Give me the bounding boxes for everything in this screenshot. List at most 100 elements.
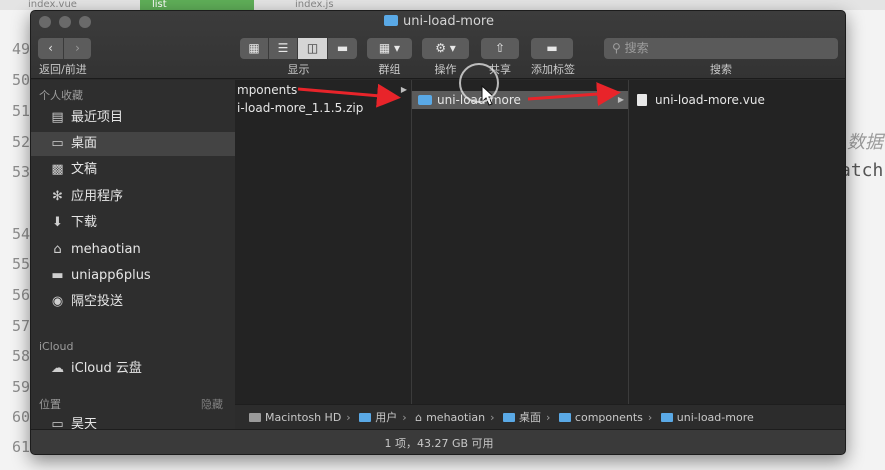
code-fragment: 数据 [847, 132, 883, 153]
recents-icon: ▤ [51, 110, 64, 125]
home-icon: ⌂ [415, 411, 423, 424]
list-item[interactable]: uni-load-more.vue [629, 91, 845, 109]
sidebar-item-label: 应用程序 [71, 189, 124, 204]
line-number: 60 [11, 408, 30, 426]
finder-window: uni-load-more ‹ › 返回/前进 ▦ ☰ ◫ ▬ 显示 ▦ ▾ 群… [30, 10, 846, 455]
sidebar-item-label: 文稿 [71, 162, 98, 177]
line-number: 55 [11, 255, 30, 273]
sidebar-item-downloads[interactable]: ⬇ 下载 [49, 211, 235, 235]
line-number: 49 [11, 40, 30, 58]
list-item-selected[interactable]: uni-load-more ▶ [412, 91, 628, 109]
disclosure-triangle-icon: ▶ [617, 95, 624, 104]
line-number: 59 [11, 378, 30, 396]
sidebar-item-airdrop[interactable]: ◉ 隔空投送 [49, 290, 235, 314]
list-item[interactable]: i-load-more_1.1.5.zip [235, 99, 411, 117]
sidebar-item-label: 最近项目 [71, 110, 124, 125]
icon-view-button[interactable]: ▦ [240, 38, 269, 59]
add-tag-button[interactable]: ▬ [531, 38, 573, 59]
list-item[interactable]: mponents ▶ [235, 81, 411, 99]
documents-icon: ▩ [51, 162, 64, 177]
folder-icon [660, 413, 673, 422]
desktop-icon: ▭ [51, 136, 64, 151]
editor-tab[interactable]: index.js [295, 0, 334, 10]
group-button[interactable]: ▦ ▾ [367, 38, 412, 59]
path-segment[interactable]: 桌面 [503, 405, 541, 430]
path-label: uni-load-more [676, 411, 754, 424]
airdrop-icon: ◉ [51, 294, 64, 309]
line-number: 61 [11, 438, 30, 456]
columns-icon: ◫ [306, 41, 319, 55]
click-highlight-ring [459, 63, 499, 103]
sidebar-item-desktop[interactable]: ▭ 桌面 [31, 132, 235, 156]
path-label: 桌面 [519, 411, 542, 424]
sidebar-item-uniapp6plus[interactable]: ▬ uniapp6plus [49, 264, 235, 288]
gallery-icon: ▬ [336, 41, 349, 55]
downloads-icon: ⬇ [52, 215, 63, 230]
path-segment[interactable]: ⌂ mehaotian [415, 405, 485, 430]
grid-icon: ▦ [248, 41, 260, 55]
sidebar-item-label: 隔空投送 [71, 294, 124, 309]
cloud-icon: ☁ [51, 361, 64, 376]
status-bar: 1 项，43.27 GB 可用 [31, 429, 845, 454]
list-icon: ☰ [277, 41, 289, 55]
sidebar-item-documents[interactable]: ▩ 文稿 [49, 158, 235, 182]
line-number: 58 [11, 347, 30, 365]
column-2: uni-load-more ▶ [412, 80, 629, 404]
window-title: uni-load-more [31, 14, 845, 29]
line-number: 51 [11, 102, 30, 120]
path-segment[interactable]: Macintosh HD [249, 405, 341, 430]
folder-icon: ▬ [51, 268, 64, 283]
sidebar-item-applications[interactable]: ✻ 应用程序 [49, 185, 235, 209]
sidebar-item-label: 下载 [71, 215, 98, 230]
path-segment[interactable]: 用户 [359, 405, 397, 430]
disclosure-triangle-icon: ▶ [400, 85, 407, 94]
path-separator-icon: › [647, 411, 653, 424]
chevron-right-icon: › [75, 41, 80, 55]
sidebar-item-label: mehaotian [71, 242, 141, 257]
path-separator-icon: › [402, 411, 407, 424]
disk-icon [249, 413, 261, 422]
sidebar-item-label: uniapp6plus [71, 268, 151, 283]
add-tag-label: 添加标签 [531, 63, 575, 76]
line-number: 57 [11, 317, 30, 335]
list-view-button[interactable]: ☰ [269, 38, 298, 59]
search-field[interactable]: ⚲ 搜索 [604, 38, 838, 59]
column-browser: mponents ▶ i-load-more_1.1.5.zip uni-load… [235, 80, 845, 404]
line-number-gutter: 49 50 51 52 53 54 55 56 57 58 59 60 61 [0, 0, 32, 470]
column-1: mponents ▶ i-load-more_1.1.5.zip [235, 80, 412, 404]
sidebar-item-home[interactable]: ⌂ mehaotian [49, 238, 235, 262]
folder-icon [503, 413, 516, 422]
action-button[interactable]: ⚙ ▾ [422, 38, 469, 59]
window-toolbar: uni-load-more ‹ › 返回/前进 ▦ ☰ ◫ ▬ 显示 ▦ ▾ 群… [31, 11, 845, 79]
sidebar-item-icloud-drive[interactable]: ☁ iCloud 云盘 [49, 357, 235, 381]
forward-button[interactable]: › [64, 38, 91, 59]
window-title-text: uni-load-more [403, 14, 494, 29]
column-view-button[interactable]: ◫ [298, 38, 328, 59]
editor-tab-active[interactable]: list [140, 0, 254, 10]
line-number: 56 [11, 286, 30, 304]
icloud-header: iCloud [39, 340, 74, 353]
line-number: 54 [11, 225, 30, 243]
path-label: Macintosh HD [265, 411, 342, 424]
path-segment[interactable]: components [558, 405, 643, 430]
share-button[interactable]: ⇧ [481, 38, 519, 59]
back-button[interactable]: ‹ [38, 38, 64, 59]
gallery-view-button[interactable]: ▬ [328, 38, 357, 59]
path-label: 用户 [375, 411, 398, 424]
path-segment[interactable]: uni-load-more [660, 405, 754, 430]
favorites-header: 个人收藏 [39, 89, 83, 102]
hide-locations-button[interactable]: 隐藏 [201, 396, 223, 412]
tag-icon: ▬ [546, 41, 558, 55]
applications-icon: ✻ [52, 189, 63, 204]
search-label: 搜索 [710, 63, 732, 76]
sidebar: 个人收藏 ▤ 最近项目 ▭ 桌面 ▩ 文稿 ✻ 应用程序 ⬇ 下载 ⌂ mehaotian … [31, 80, 235, 454]
path-label: mehaotian [426, 411, 486, 424]
view-label: 显示 [287, 63, 310, 76]
search-input[interactable]: 搜索 [625, 41, 649, 55]
folder-icon [418, 95, 432, 105]
path-label: components [574, 411, 643, 424]
editor-tab[interactable]: index.vue [28, 0, 77, 10]
folder-icon [558, 413, 571, 422]
home-icon: ⌂ [53, 242, 62, 257]
sidebar-item-recents[interactable]: ▤ 最近项目 [49, 106, 235, 130]
